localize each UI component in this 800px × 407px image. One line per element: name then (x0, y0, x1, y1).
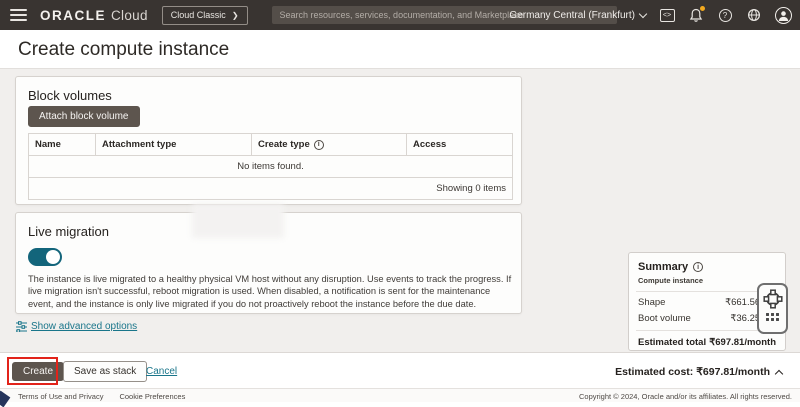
estimated-cost-label: Estimated cost: ₹697.81/month (615, 366, 770, 378)
terms-link[interactable]: Terms of Use and Privacy (18, 392, 103, 401)
notifications-bell-icon[interactable] (688, 7, 704, 23)
attach-block-volume-button[interactable]: Attach block volume (28, 106, 140, 127)
brand-oracle: ORACLE (40, 8, 106, 23)
region-selector[interactable]: Germany Central (Frankfurt) (509, 10, 646, 21)
sliders-icon (16, 321, 27, 332)
block-volumes-table: Name Attachment type Create type i Acces… (28, 133, 513, 200)
brand-cloud: Cloud (111, 8, 148, 23)
table-header-row: Name Attachment type Create type i Acces… (29, 134, 513, 156)
boot-volume-label: Boot volume (638, 313, 691, 324)
bottom-action-bar: Create Save as stack Cancel Estimated co… (0, 352, 800, 388)
top-navigation-bar: ORACLE Cloud Cloud Classic ❯ Germany Cen… (0, 0, 800, 30)
hub-circle-icon (763, 289, 783, 309)
live-migration-description: The instance is live migrated to a healt… (28, 273, 512, 310)
summary-row-shape: Shape ₹661.56/mo (638, 297, 776, 308)
column-header-attachment-type[interactable]: Attachment type (96, 134, 252, 156)
advanced-options-link[interactable]: Show advanced options (16, 321, 137, 332)
live-migration-title: Live migration (28, 224, 109, 239)
info-icon[interactable]: i (314, 140, 324, 150)
shape-label: Shape (638, 297, 665, 308)
column-header-access[interactable]: Access (407, 134, 513, 156)
help-icon[interactable]: ? (717, 7, 733, 23)
header-right-controls: Germany Central (Frankfurt) <> ? (509, 0, 792, 30)
user-profile-avatar[interactable] (775, 7, 792, 24)
block-volumes-title: Block volumes (28, 88, 112, 103)
advanced-options-label[interactable]: Show advanced options (31, 321, 137, 332)
estimated-cost-toggle[interactable]: Estimated cost: ₹697.81/month (615, 366, 782, 378)
estimated-total-label: Estimated total (638, 337, 706, 348)
cloud-shell-icon[interactable]: <> (659, 7, 675, 23)
column-header-create-type[interactable]: Create type i (252, 134, 407, 156)
estimated-total-value: ₹697.81/month (709, 337, 776, 348)
save-as-stack-button[interactable]: Save as stack (63, 361, 147, 382)
oracle-cloud-logo[interactable]: ORACLE Cloud (40, 8, 148, 23)
cookie-preferences-link[interactable]: Cookie Preferences (119, 392, 185, 401)
page-footer: Terms of Use and Privacy Cookie Preferen… (0, 388, 800, 402)
floating-tool-widget[interactable] (757, 283, 788, 334)
drag-handle-dots[interactable] (766, 313, 779, 321)
summary-subtitle: Compute instance (638, 276, 776, 285)
region-label: Germany Central (Frankfurt) (509, 10, 635, 21)
content-area: Block volumes Attach block volume Name A… (0, 68, 800, 352)
showing-items-count: Showing 0 items (29, 178, 513, 200)
annotation-highlight-box (7, 357, 58, 385)
cloud-classic-label: Cloud Classic (171, 10, 226, 20)
cloud-classic-button[interactable]: Cloud Classic ❯ (162, 6, 248, 25)
oracle-cloud-create-instance-page: ORACLE Cloud Cloud Classic ❯ Germany Cen… (0, 0, 800, 402)
chevron-down-icon (639, 9, 647, 17)
column-header-name[interactable]: Name (29, 134, 96, 156)
language-globe-icon[interactable] (746, 7, 762, 23)
table-empty-row: No items found. (29, 156, 513, 178)
live-migration-toggle[interactable] (28, 248, 62, 266)
page-title: Create compute instance (18, 39, 229, 61)
blurred-region (192, 204, 284, 238)
notification-dot (700, 6, 705, 11)
page-title-bar: Create compute instance (0, 30, 800, 68)
divider (636, 330, 778, 331)
copyright-text: Copyright © 2024, Oracle and/or its affi… (579, 392, 792, 401)
chevron-up-icon (775, 369, 783, 377)
summary-row-boot-volume: Boot volume ₹36.25/mo (638, 313, 776, 324)
toggle-knob (46, 250, 60, 264)
cancel-link[interactable]: Cancel (146, 366, 177, 377)
summary-info-icon[interactable]: i (693, 262, 703, 272)
block-volumes-card: Block volumes Attach block volume Name A… (15, 76, 522, 205)
summary-title: Summary (638, 261, 688, 273)
chevron-right-icon: ❯ (232, 11, 239, 20)
summary-total-row: Estimated total ₹697.81/month (638, 337, 776, 348)
table-count-row: Showing 0 items (29, 178, 513, 200)
hamburger-menu-icon[interactable] (10, 9, 27, 21)
empty-message: No items found. (29, 156, 513, 178)
